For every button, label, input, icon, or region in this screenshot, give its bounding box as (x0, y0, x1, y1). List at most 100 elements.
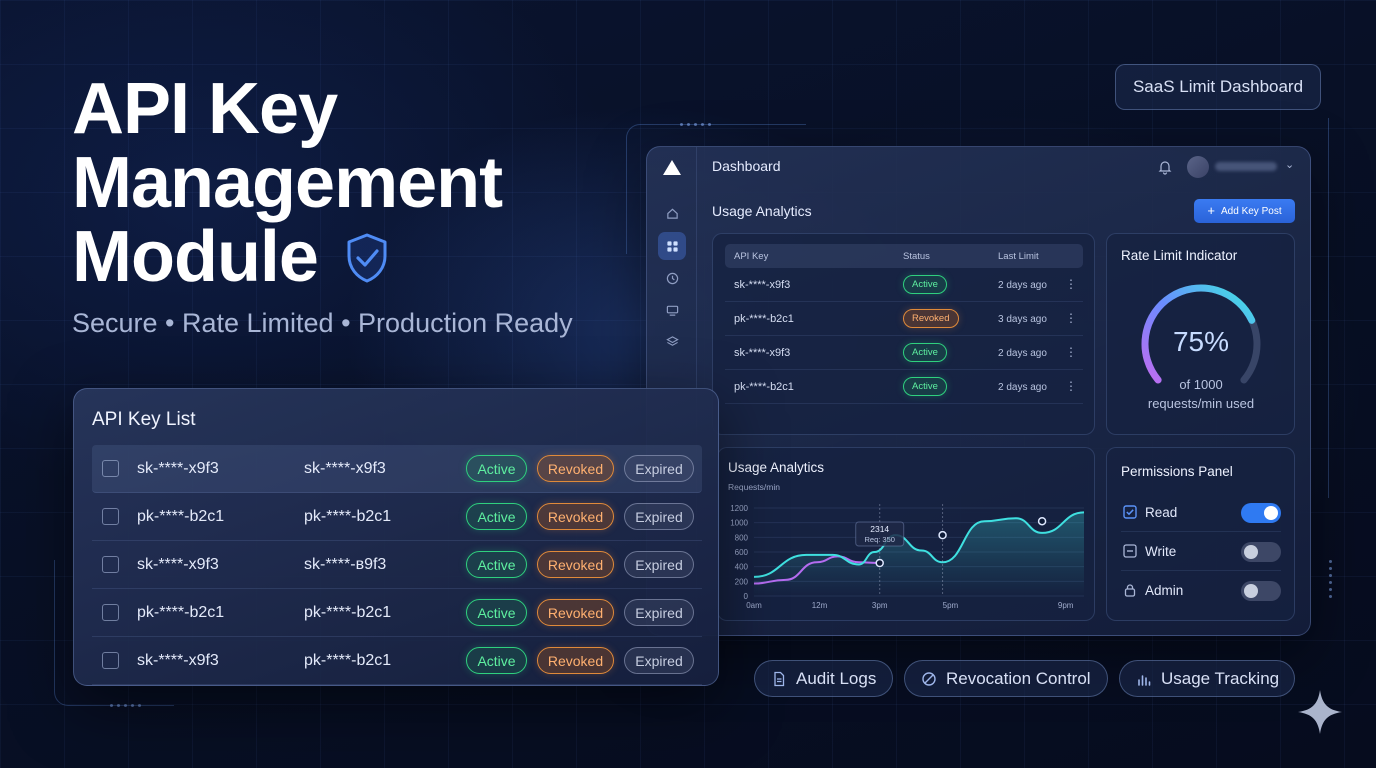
row-key: sk-****-x9f3 (734, 347, 791, 359)
user-name-blurred (1215, 162, 1277, 171)
tooltip-label: Req: 350 (864, 535, 894, 544)
revocation-control-chip[interactable]: Revocation Control (904, 660, 1108, 697)
revoked-badge[interactable]: Revoked (537, 599, 614, 626)
expired-badge[interactable]: Expired (624, 503, 694, 530)
add-key-label: Add Key Post (1221, 205, 1282, 217)
add-key-button[interactable]: + Add Key Post (1194, 199, 1295, 223)
avatar[interactable] (1187, 156, 1209, 178)
row-key: pk-****-b2c1 (734, 313, 794, 325)
list-item[interactable]: sk-****-x9f3 sk-****-в9f3 Active Revoked Exp… (92, 541, 702, 589)
data-point (938, 530, 947, 540)
revocation-control-label: Revocation Control (946, 668, 1091, 688)
read-toggle[interactable] (1241, 503, 1281, 523)
status-badge: Revoked (903, 309, 959, 328)
row-key: pk-****-b2c1 (734, 381, 794, 393)
col-header-status: Status (903, 251, 930, 262)
table-row[interactable]: sk-****-x9f3 Active 2 days ago ⋮ (725, 336, 1083, 370)
y-tick-label: 400 (735, 563, 749, 572)
row-checkbox[interactable] (102, 460, 119, 477)
audit-logs-label: Audit Logs (796, 668, 877, 688)
more-menu-icon[interactable]: ⋮ (1065, 277, 1077, 291)
active-badge[interactable]: Active (466, 551, 527, 578)
list-item[interactable]: sk-****-x9f3 pk-****-b2c1 Active Revoked Exp… (92, 637, 702, 685)
deco-dots (1329, 560, 1332, 598)
api-key-list-panel: API Key List sk-****-x9f3 sk-****-x9f3 Act… (73, 388, 719, 686)
row-checkbox[interactable] (102, 652, 119, 669)
key-secondary: sk-****-x9f3 (304, 460, 386, 477)
expired-badge[interactable]: Expired (624, 599, 694, 626)
lock-icon (1124, 584, 1136, 597)
data-point (875, 558, 884, 568)
status-badge: Active (903, 275, 947, 294)
hero-title: API Key Management Module (72, 69, 503, 297)
table-row[interactable]: sk-****-x9f3 Active 2 days ago ⋮ (725, 268, 1083, 302)
y-tick-label: 600 (735, 548, 749, 557)
y-tick-label: 0 (744, 592, 749, 601)
more-menu-icon[interactable]: ⋮ (1065, 345, 1077, 359)
grid-dashboard-icon[interactable] (658, 232, 686, 260)
layers-icon[interactable] (658, 327, 686, 355)
clock-icon[interactable] (658, 264, 686, 292)
key-primary: pk-****-b2c1 (137, 508, 225, 525)
permission-row-admin: Admin (1121, 572, 1281, 610)
ban-icon (922, 671, 936, 686)
row-checkbox[interactable] (102, 508, 119, 525)
row-last-limit: 3 days ago (998, 314, 1047, 325)
key-primary: sk-****-x9f3 (137, 652, 219, 669)
status-badge: Active (903, 377, 947, 396)
revoked-badge[interactable]: Revoked (537, 551, 614, 578)
usage-tracking-label: Usage Tracking (1161, 668, 1280, 688)
col-header-api-key: API Key (734, 251, 769, 262)
data-point (1037, 516, 1047, 526)
revoked-badge[interactable]: Revoked (537, 503, 614, 530)
permissions-title: Permissions Panel (1121, 464, 1233, 479)
more-menu-icon[interactable]: ⋮ (1065, 379, 1077, 393)
key-secondary: sk-****-в9f3 (304, 556, 387, 573)
permission-label: Write (1145, 544, 1177, 559)
list-item[interactable]: pk-****-b2c1 pk-****-b2c1 Active Revoked Exp… (92, 493, 702, 541)
usage-line-chart: 0 200 400 600 800 1000 1200 0am 12m 3pm 5pm 9pm 2314… (730, 504, 1085, 610)
permission-label: Admin (1145, 583, 1184, 598)
expired-badge[interactable]: Expired (624, 647, 694, 674)
row-checkbox[interactable] (102, 556, 119, 573)
api-keys-table-card: API Key Status Last Limit sk-****-x9f3 A… (712, 233, 1095, 435)
list-item[interactable]: pk-****-b2c1 pk-****-b2c1 Active Revoked Exp… (92, 589, 702, 637)
row-key: sk-****-x9f3 (734, 279, 791, 291)
more-menu-icon[interactable]: ⋮ (1065, 311, 1077, 325)
active-badge[interactable]: Active (466, 455, 527, 482)
bar-chart-icon (1138, 674, 1151, 686)
rate-limit-card: Rate Limit Indicator 75% of 1000 request… (1106, 233, 1295, 435)
rate-limit-percent: 75% (1172, 326, 1230, 357)
list-item[interactable]: sk-****-x9f3 sk-****-x9f3 Active Revoked Exp… (92, 445, 702, 493)
rate-limit-title: Rate Limit Indicator (1121, 248, 1238, 263)
deco-frame-line (1328, 118, 1329, 498)
key-primary: pk-****-b2c1 (137, 604, 225, 621)
permission-label: Read (1145, 505, 1178, 520)
expired-badge[interactable]: Expired (624, 551, 694, 578)
row-last-limit: 2 days ago (998, 280, 1047, 291)
checkbox-minus-icon[interactable] (1123, 544, 1137, 558)
plus-icon: + (1207, 203, 1215, 218)
revoked-badge[interactable]: Revoked (537, 455, 614, 482)
revoked-badge[interactable]: Revoked (537, 647, 614, 674)
active-badge[interactable]: Active (466, 503, 527, 530)
monitor-icon[interactable] (658, 296, 686, 324)
admin-toggle[interactable] (1241, 581, 1281, 601)
home-icon[interactable] (658, 199, 686, 227)
table-row[interactable]: pk-****-b2c1 Active 2 days ago ⋮ (725, 370, 1083, 404)
audit-logs-chip[interactable]: Audit Logs (754, 660, 893, 697)
checkbox-checked-icon[interactable] (1123, 505, 1137, 519)
dashboard-window: Dashboard ⌄ Usage Analytics + Add Key Po… (646, 146, 1311, 636)
active-badge[interactable]: Active (466, 647, 527, 674)
dashboard-header-title: Dashboard (712, 158, 781, 174)
permission-row-read: Read (1121, 494, 1281, 532)
table-row[interactable]: pk-****-b2c1 Revoked 3 days ago ⋮ (725, 302, 1083, 336)
expired-badge[interactable]: Expired (624, 455, 694, 482)
chevron-down-icon[interactable]: ⌄ (1285, 158, 1294, 171)
write-toggle[interactable] (1241, 542, 1281, 562)
usage-tracking-chip[interactable]: Usage Tracking (1119, 660, 1295, 697)
bell-icon[interactable] (1157, 159, 1173, 175)
deco-dots (680, 123, 711, 126)
active-badge[interactable]: Active (466, 599, 527, 626)
row-checkbox[interactable] (102, 604, 119, 621)
